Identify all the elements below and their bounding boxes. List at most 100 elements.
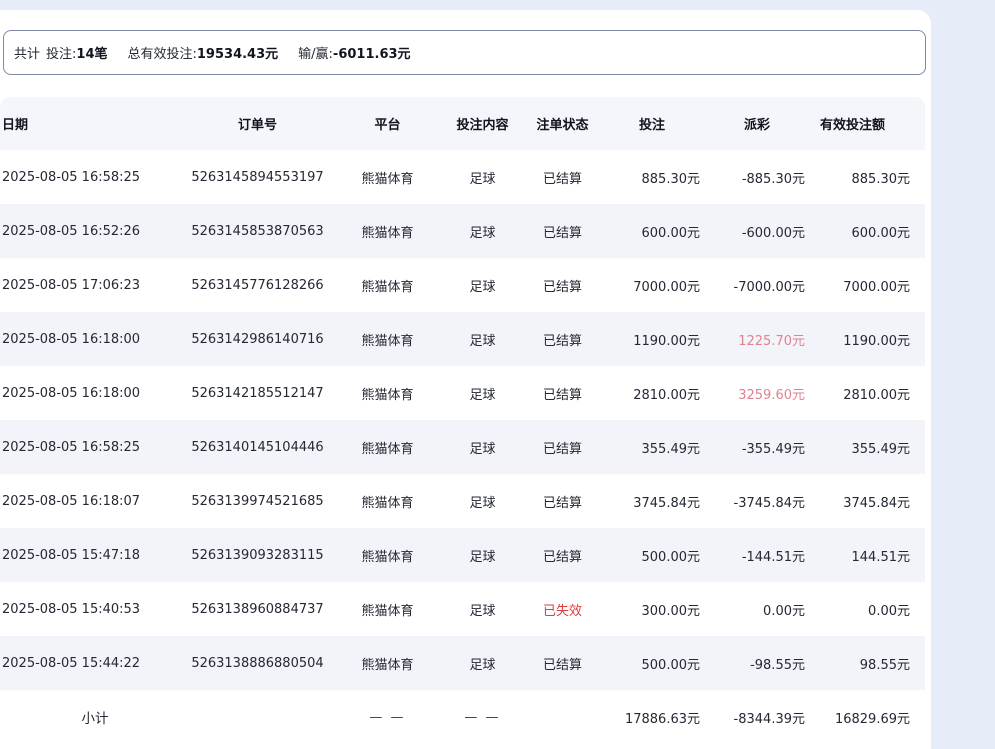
cell-valid-amount: 355.49元 xyxy=(820,420,925,474)
table-row: 2025-08-05 15:44:22 5263138886880504 熊猫体… xyxy=(0,636,925,690)
cell-platform: 熊猫体育 xyxy=(325,366,450,420)
subtotal-content: — — xyxy=(450,690,515,744)
cell-valid-amount: 885.30元 xyxy=(820,150,925,204)
cell-platform: 熊猫体育 xyxy=(325,528,450,582)
subtotal-order xyxy=(190,690,325,744)
subtotal-payout: -8344.39元 xyxy=(715,690,820,744)
cell-bet-amount: 885.30元 xyxy=(610,150,715,204)
subtotal-status xyxy=(515,690,610,744)
cell-date: 2025-08-05 16:18:00 xyxy=(0,366,190,420)
cell-order-number: 5263139093283115 xyxy=(190,528,325,582)
cell-valid-amount: 144.51元 xyxy=(820,528,925,582)
cell-date: 2025-08-05 15:40:53 xyxy=(0,582,190,636)
cell-status: 已结算 xyxy=(515,366,610,420)
table-row: 2025-08-05 16:18:07 5263139974521685 熊猫体… xyxy=(0,474,925,528)
cell-order-number: 5263142986140716 xyxy=(190,312,325,366)
cell-bet-amount: 500.00元 xyxy=(610,528,715,582)
cell-payout: -600.00元 xyxy=(715,204,820,258)
column-header-order: 订单号 xyxy=(190,97,325,150)
cell-date: 2025-08-05 15:47:18 xyxy=(0,528,190,582)
cell-order-number: 5263138960884737 xyxy=(190,582,325,636)
table-row: 2025-08-05 16:58:25 5263140145104446 熊猫体… xyxy=(0,420,925,474)
cell-bet-amount: 7000.00元 xyxy=(610,258,715,312)
cell-bet-content: 足球 xyxy=(450,528,515,582)
cell-payout: 0.00元 xyxy=(715,582,820,636)
cell-payout: -7000.00元 xyxy=(715,258,820,312)
cell-date: 2025-08-05 17:06:23 xyxy=(0,258,190,312)
cell-status: 已失效 xyxy=(515,582,610,636)
subtotal-bet: 17886.63元 xyxy=(610,690,715,744)
cell-payout: -355.49元 xyxy=(715,420,820,474)
summary-stat-winloss-value: -6011.63元 xyxy=(333,47,411,62)
bets-table: 日期 订单号 平台 投注内容 注单状态 投注 派彩 有效投注额 2025-08-… xyxy=(0,97,925,744)
cell-order-number: 5263138886880504 xyxy=(190,636,325,690)
table-footer: 小计 — — — — 17886.63元 -8344.39元 16829.69元 xyxy=(0,690,925,744)
cell-bet-amount: 300.00元 xyxy=(610,582,715,636)
cell-platform: 熊猫体育 xyxy=(325,420,450,474)
cell-bet-content: 足球 xyxy=(450,258,515,312)
cell-platform: 熊猫体育 xyxy=(325,582,450,636)
cell-status: 已结算 xyxy=(515,258,610,312)
cell-order-number: 5263145776128266 xyxy=(190,258,325,312)
cell-bet-content: 足球 xyxy=(450,582,515,636)
cell-bet-amount: 500.00元 xyxy=(610,636,715,690)
cell-status: 已结算 xyxy=(515,204,610,258)
column-header-bet: 投注 xyxy=(610,97,715,150)
cell-bet-content: 足球 xyxy=(450,204,515,258)
table-row: 2025-08-05 17:06:23 5263145776128266 熊猫体… xyxy=(0,258,925,312)
column-header-date: 日期 xyxy=(0,97,190,150)
cell-order-number: 5263140145104446 xyxy=(190,420,325,474)
cell-payout: 1225.70元 xyxy=(715,312,820,366)
summary-stat-valid-total-label: 总有效投注: xyxy=(128,47,197,62)
cell-platform: 熊猫体育 xyxy=(325,258,450,312)
table-header: 日期 订单号 平台 投注内容 注单状态 投注 派彩 有效投注额 xyxy=(0,97,925,150)
cell-payout: 3259.60元 xyxy=(715,366,820,420)
cell-bet-content: 足球 xyxy=(450,150,515,204)
summary-stat-valid-total: 总有效投注:19534.43元 xyxy=(128,43,279,62)
cell-date: 2025-08-05 15:44:22 xyxy=(0,636,190,690)
cell-payout: -885.30元 xyxy=(715,150,820,204)
cell-bet-amount: 355.49元 xyxy=(610,420,715,474)
table-row: 2025-08-05 15:40:53 5263138960884737 熊猫体… xyxy=(0,582,925,636)
cell-bet-amount: 3745.84元 xyxy=(610,474,715,528)
table-row: 2025-08-05 16:18:00 5263142986140716 熊猫体… xyxy=(0,312,925,366)
cell-bet-content: 足球 xyxy=(450,312,515,366)
cell-bet-content: 足球 xyxy=(450,366,515,420)
subtotal-label: 小计 xyxy=(0,690,190,744)
cell-valid-amount: 1190.00元 xyxy=(820,312,925,366)
cell-payout: -3745.84元 xyxy=(715,474,820,528)
column-header-content: 投注内容 xyxy=(450,97,515,150)
cell-valid-amount: 3745.84元 xyxy=(820,474,925,528)
column-header-platform: 平台 xyxy=(325,97,450,150)
cell-bet-amount: 1190.00元 xyxy=(610,312,715,366)
content-card: 共计 投注:14笔 总有效投注:19534.43元 输/赢:-6011.63元 xyxy=(0,10,931,749)
cell-bet-content: 足球 xyxy=(450,420,515,474)
cell-order-number: 5263139974521685 xyxy=(190,474,325,528)
table-row: 2025-08-05 16:52:26 5263145853870563 熊猫体… xyxy=(0,204,925,258)
cell-valid-amount: 0.00元 xyxy=(820,582,925,636)
cell-platform: 熊猫体育 xyxy=(325,150,450,204)
page: 共计 投注:14笔 总有效投注:19534.43元 输/赢:-6011.63元 xyxy=(0,0,995,749)
column-header-valid: 有效投注额 xyxy=(820,97,925,150)
cell-status: 已结算 xyxy=(515,528,610,582)
summary-stat-winloss: 输/赢:-6011.63元 xyxy=(298,43,410,62)
summary-stat-bets-label: 投注: xyxy=(46,47,76,62)
cell-platform: 熊猫体育 xyxy=(325,474,450,528)
cell-date: 2025-08-05 16:58:25 xyxy=(0,420,190,474)
summary-stat-winloss-label: 输/赢: xyxy=(298,47,333,62)
cell-valid-amount: 98.55元 xyxy=(820,636,925,690)
cell-platform: 熊猫体育 xyxy=(325,636,450,690)
cell-date: 2025-08-05 16:18:07 xyxy=(0,474,190,528)
subtotal-valid: 16829.69元 xyxy=(820,690,925,744)
cell-bet-amount: 600.00元 xyxy=(610,204,715,258)
cell-order-number: 5263145894553197 xyxy=(190,150,325,204)
cell-date: 2025-08-05 16:52:26 xyxy=(0,204,190,258)
cell-order-number: 5263145853870563 xyxy=(190,204,325,258)
cell-status: 已结算 xyxy=(515,636,610,690)
table-row: 2025-08-05 16:18:00 5263142185512147 熊猫体… xyxy=(0,366,925,420)
table-row: 2025-08-05 15:47:18 5263139093283115 熊猫体… xyxy=(0,528,925,582)
table-header-row: 日期 订单号 平台 投注内容 注单状态 投注 派彩 有效投注额 xyxy=(0,97,925,150)
cell-date: 2025-08-05 16:58:25 xyxy=(0,150,190,204)
table-body: 2025-08-05 16:58:25 5263145894553197 熊猫体… xyxy=(0,150,925,690)
cell-order-number: 5263142185512147 xyxy=(190,366,325,420)
